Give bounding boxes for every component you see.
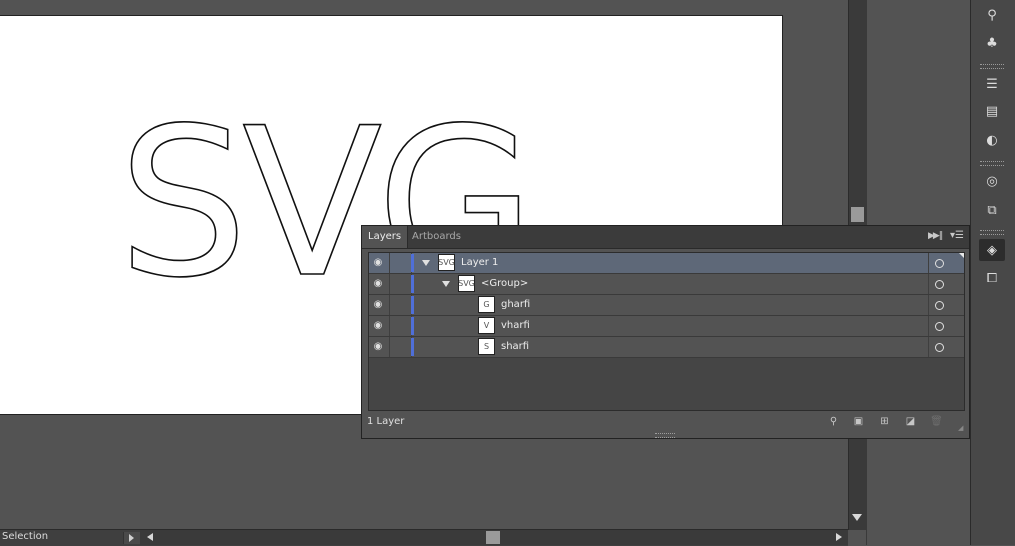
status-menu-arrow-icon[interactable] — [123, 532, 140, 544]
target-circle-icon[interactable] — [935, 259, 944, 268]
lock-toggle[interactable] — [389, 295, 412, 315]
eye-icon[interactable]: ◉ — [373, 258, 383, 268]
expand-triangle-icon[interactable] — [442, 281, 450, 287]
target-column — [928, 337, 965, 357]
layers-panel: Layers Artboards ▶▶ ‖ ▾☰ ◉ SVG Layer 1 ◉… — [361, 225, 970, 439]
symbol-sprayer-icon[interactable]: ⚲ — [979, 4, 1005, 26]
canvas-horizontal-scrollbar[interactable] — [140, 530, 848, 545]
appearance-icon[interactable]: ◎ — [979, 170, 1005, 192]
target-circle-icon[interactable] — [935, 301, 944, 310]
artboards-icon[interactable]: ⧉ — [979, 199, 1005, 221]
panel-menu-icon[interactable]: ▾☰ — [950, 230, 964, 241]
dock-group-grip[interactable] — [980, 64, 1004, 69]
layers-icon[interactable]: ◈ — [979, 239, 1005, 261]
panel-footer: 1 Layer ⚲ ▣ ⊞ ◪ 🗑 — [362, 413, 969, 431]
make-clipping-mask-icon[interactable]: ▣ — [852, 416, 865, 428]
layer-thumbnail: SVG — [458, 275, 475, 292]
gradient-icon[interactable]: ▤ — [979, 100, 1005, 122]
layer-row-group[interactable]: ◉ SVG <Group> — [369, 274, 964, 295]
delete-icon[interactable]: 🗑 — [930, 416, 943, 428]
vertical-scroll-thumb[interactable] — [851, 207, 864, 222]
layer-color-swatch — [411, 338, 414, 356]
current-tool-label: Selection — [2, 531, 49, 542]
layer-name[interactable]: sharfi — [501, 341, 529, 352]
target-column — [928, 295, 965, 315]
layer-color-swatch — [411, 254, 414, 272]
panel-resize-grip[interactable] — [655, 433, 675, 438]
layer-color-swatch — [411, 275, 414, 293]
layer-count: 1 Layer — [367, 416, 405, 427]
layer-thumbnail: V — [478, 317, 495, 334]
current-layer-indicator-icon — [959, 253, 964, 258]
lock-toggle[interactable] — [389, 316, 412, 336]
layer-row-gharfi[interactable]: ◉ G gharfi — [369, 295, 964, 316]
scroll-right-arrow-icon[interactable] — [836, 533, 842, 541]
horizontal-scroll-thumb[interactable] — [486, 531, 500, 544]
tab-artboards[interactable]: Artboards — [406, 226, 467, 248]
layer-list: ◉ SVG Layer 1 ◉ SVG <Group> ◉ G gharfi ◉… — [368, 252, 965, 411]
layer-name[interactable]: gharfi — [501, 299, 530, 310]
target-column — [928, 316, 965, 336]
target-circle-icon[interactable] — [935, 322, 944, 331]
layer-thumbnail: SVG — [438, 254, 455, 271]
layer-name[interactable]: vharfi — [501, 320, 530, 331]
expand-triangle-icon[interactable] — [422, 260, 430, 266]
layer-row-layer-1[interactable]: ◉ SVG Layer 1 — [369, 253, 964, 274]
layer-thumbnail: G — [478, 296, 495, 313]
dock-group-grip[interactable] — [980, 230, 1004, 235]
scroll-down-arrow-icon[interactable] — [852, 514, 862, 521]
layer-row-vharfi[interactable]: ◉ V vharfi — [369, 316, 964, 337]
layer-color-swatch — [411, 317, 414, 335]
layer-name[interactable]: Layer 1 — [461, 257, 498, 268]
eye-icon[interactable]: ◉ — [373, 321, 383, 331]
create-new-layer-icon[interactable]: ◪ — [904, 416, 917, 428]
panel-dock: ⚲ ♣ ☰ ▤ ◐ ◎ ⧉ ◈ ⧠ — [970, 0, 1015, 545]
panel-tab-bar: Layers Artboards ▶▶ ‖ ▾☰ — [362, 226, 969, 249]
eye-icon[interactable]: ◉ — [373, 342, 383, 352]
double-chevron-right-icon[interactable]: ▶▶ ‖ — [928, 231, 943, 241]
target-circle-icon[interactable] — [935, 280, 944, 289]
create-sublayer-icon[interactable]: ⊞ — [878, 416, 891, 428]
transparency-icon[interactable]: ◐ — [979, 129, 1005, 151]
status-bar: Selection — [0, 529, 848, 546]
locate-object-icon[interactable]: ⚲ — [827, 416, 840, 428]
tab-layers[interactable]: Layers — [362, 226, 409, 248]
lock-toggle[interactable] — [389, 337, 412, 357]
layer-name[interactable]: <Group> — [481, 278, 528, 289]
eye-icon[interactable]: ◉ — [373, 300, 383, 310]
lock-toggle[interactable] — [389, 274, 412, 294]
target-circle-icon[interactable] — [935, 343, 944, 352]
club-icon[interactable]: ♣ — [979, 32, 1005, 54]
resize-corner-icon[interactable]: ◢ — [958, 424, 966, 432]
transform-icon[interactable]: ⧠ — [979, 267, 1005, 289]
stroke-icon[interactable]: ☰ — [979, 73, 1005, 95]
dock-group-grip[interactable] — [980, 161, 1004, 166]
eye-icon[interactable]: ◉ — [373, 279, 383, 289]
layer-color-swatch — [411, 296, 414, 314]
lock-toggle[interactable] — [389, 253, 412, 273]
layer-thumbnail: S — [478, 338, 495, 355]
target-column — [928, 274, 965, 294]
scroll-left-arrow-icon[interactable] — [147, 533, 153, 541]
layer-row-sharfi[interactable]: ◉ S sharfi — [369, 337, 964, 358]
